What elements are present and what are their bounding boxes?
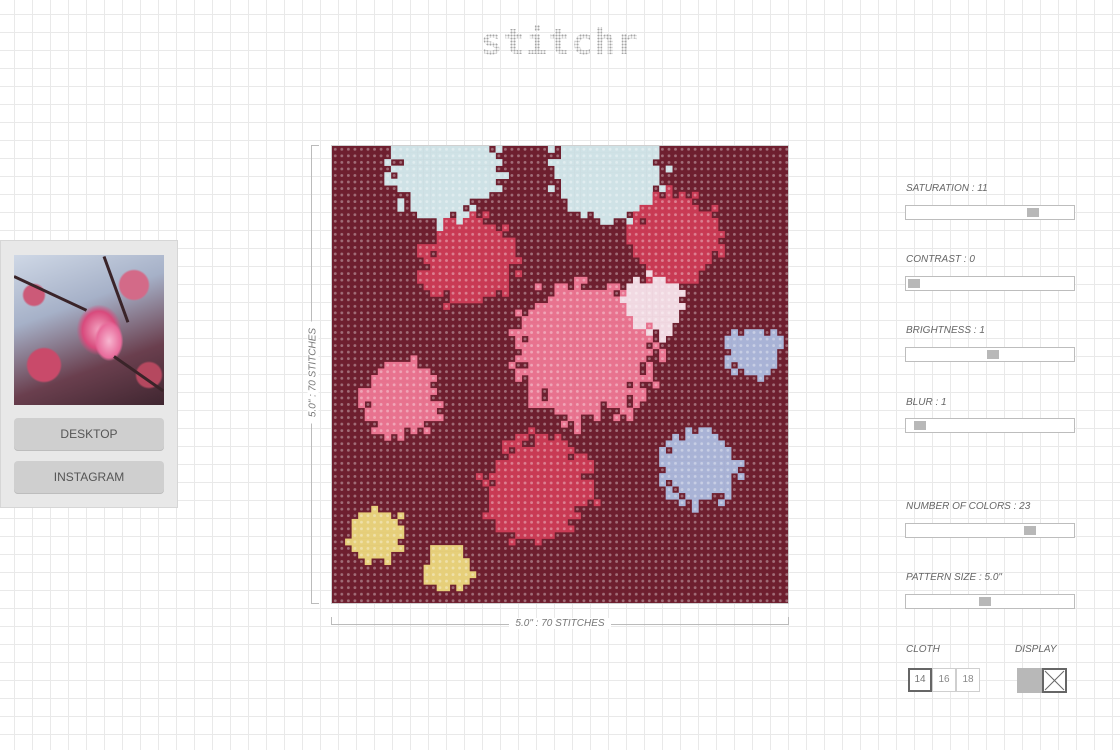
saturation-slider[interactable] [905, 205, 1075, 220]
blur-slider-knob[interactable] [914, 421, 927, 430]
cloth-option-14[interactable]: 14 [908, 668, 932, 692]
instagram-button[interactable]: INSTAGRAM [14, 461, 164, 494]
contrast-label: CONTRAST : 0 [906, 254, 975, 265]
desktop-button[interactable]: DESKTOP [14, 418, 164, 451]
cloth-label: CLOTH [906, 644, 940, 655]
brightness-label: BRIGHTNESS : 1 [906, 325, 985, 336]
source-image-thumbnail[interactable] [14, 255, 164, 405]
blur-label: BLUR : 1 [906, 397, 947, 408]
number-of-colors-slider-knob[interactable] [1023, 526, 1036, 535]
blur-slider[interactable] [905, 418, 1075, 433]
number-of-colors-slider[interactable] [905, 523, 1075, 538]
stitch-pattern-preview [331, 145, 789, 604]
brightness-slider[interactable] [905, 347, 1075, 362]
image-source-panel: DESKTOP INSTAGRAM [0, 240, 178, 508]
stitch-grid [332, 146, 788, 603]
display-fill-option[interactable] [1017, 668, 1042, 693]
height-ruler-label: 5.0" : 70 STITCHES [307, 318, 319, 428]
cloth-option-16[interactable]: 16 [932, 668, 956, 692]
pattern-size-slider[interactable] [905, 594, 1075, 609]
cross-stitch-icon [1044, 670, 1065, 691]
width-ruler-label: 5.0" : 70 STITCHES [331, 618, 789, 629]
brightness-slider-knob[interactable] [987, 350, 1000, 359]
app-logo: stitchr [0, 22, 1120, 63]
number-of-colors-label: NUMBER OF COLORS : 23 [906, 501, 1031, 512]
saturation-slider-knob[interactable] [1026, 208, 1039, 217]
saturation-label: SATURATION : 11 [906, 183, 988, 194]
pattern-size-slider-knob[interactable] [979, 597, 992, 606]
pattern-size-label: PATTERN SIZE : 5.0" [906, 572, 1002, 583]
display-cross-option[interactable] [1042, 668, 1067, 693]
contrast-slider[interactable] [905, 276, 1075, 291]
display-label: DISPLAY [1015, 644, 1057, 655]
contrast-slider-knob[interactable] [908, 279, 920, 288]
cloth-option-18[interactable]: 18 [956, 668, 980, 692]
